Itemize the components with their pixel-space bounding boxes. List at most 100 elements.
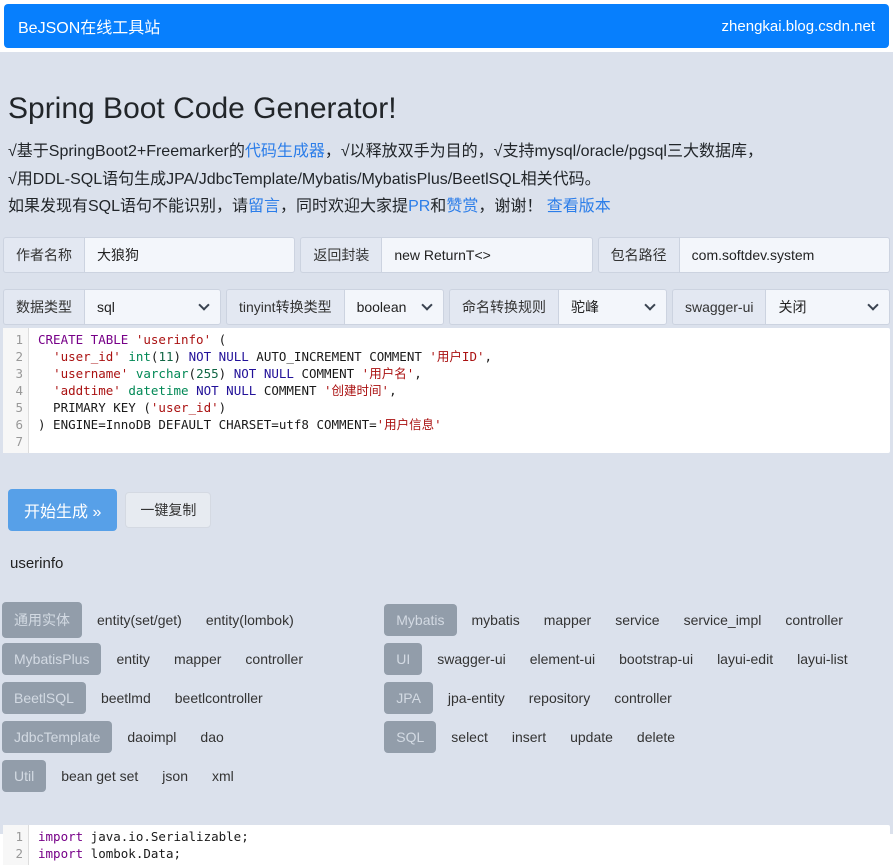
template-button[interactable]: entity(lombok) [197, 605, 303, 635]
template-button[interactable]: mapper [535, 605, 600, 635]
template-button[interactable]: service_impl [675, 605, 771, 635]
template-button[interactable]: mapper [165, 644, 230, 674]
swagger-ui-value: 关闭 [778, 297, 806, 317]
code-line: PRIMARY KEY ('user_id') [38, 399, 881, 416]
template-button[interactable]: daoimpl [118, 722, 185, 752]
template-button[interactable]: controller [236, 644, 312, 674]
sql-editor[interactable]: 1234567CREATE TABLE 'userinfo' ( 'user_i… [3, 328, 890, 453]
package-path-input[interactable]: com.softdev.system [679, 237, 890, 273]
code-line: ) ENGINE=InnoDB DEFAULT CHARSET=utf8 COM… [38, 416, 881, 433]
code-line: 'addtime' datetime NOT NULL COMMENT '创建时… [38, 382, 881, 399]
category-button[interactable]: SQL [384, 721, 436, 753]
form-row-2: 数据类型sqltinyint转换类型boolean命名转换规则驼峰swagger… [3, 289, 890, 325]
data-type-label: 数据类型 [3, 289, 84, 325]
template-groups-right: Mybatismybatismapperserviceservice_implc… [384, 604, 891, 760]
template-button[interactable]: layui-list [788, 644, 857, 674]
description-text: ，同时欢迎大家提 [280, 198, 408, 215]
template-button[interactable]: beetlmd [92, 683, 160, 713]
template-button[interactable]: swagger-ui [428, 644, 514, 674]
package-path-value: com.softdev.system [692, 247, 815, 263]
author-name-input[interactable]: 大狼狗 [84, 237, 295, 273]
code-line: CREATE TABLE 'userinfo' ( [38, 331, 881, 348]
template-button[interactable]: beetlcontroller [166, 683, 272, 713]
template-button[interactable]: controller [605, 683, 681, 713]
return-wrapper-input[interactable]: new ReturnT<> [381, 237, 592, 273]
action-bar: 开始生成 » 一键复制 [8, 489, 885, 531]
category-button[interactable]: JdbcTemplate [2, 721, 112, 753]
navbar: BeJSON在线工具站 zhengkai.blog.csdn.net [4, 4, 889, 48]
template-group-row: JdbcTemplatedaoimpldao [2, 721, 384, 754]
blog-domain-link[interactable]: zhengkai.blog.csdn.net [722, 18, 875, 35]
form-row-1: 作者名称大狼狗返回封装 new ReturnT<> 包名路径com.softdev.… [3, 237, 890, 273]
template-button[interactable]: element-ui [521, 644, 604, 674]
template-button[interactable]: json [153, 761, 197, 791]
template-button[interactable]: mybatis [463, 605, 529, 635]
code-area[interactable]: import java.io.Serializable;import lombo… [29, 825, 890, 865]
template-button[interactable]: update [561, 722, 622, 752]
category-button[interactable]: Mybatis [384, 604, 456, 636]
template-button[interactable]: delete [628, 722, 684, 752]
description-line: 如果发现有SQL语句不能识别，请留言，同时欢迎大家提PR和赞赏，谢谢！ 查看版本 [8, 193, 885, 221]
category-button[interactable]: UI [384, 643, 422, 675]
code-line: 'user_id' int(11) NOT NULL AUTO_INCREMEN… [38, 348, 881, 365]
template-button[interactable]: layui-edit [708, 644, 782, 674]
code-area[interactable]: CREATE TABLE 'userinfo' ( 'user_id' int(… [29, 328, 890, 453]
description-text: √基于SpringBoot2+Freemarker的 [8, 143, 245, 160]
inline-link[interactable]: 代码生成器 [245, 143, 325, 160]
category-button[interactable]: JPA [384, 682, 433, 714]
package-path-group: 包名路径com.softdev.system [598, 237, 890, 273]
description-text: √用DDL-SQL语句生成JPA/JdbcTemplate/Mybatis/My… [8, 171, 601, 188]
data-type-select[interactable]: sql [84, 289, 221, 325]
tinyint-convert-type-select[interactable]: boolean [344, 289, 444, 325]
category-button[interactable]: BeetlSQL [2, 682, 86, 714]
template-button[interactable]: service [606, 605, 668, 635]
template-button[interactable]: dao [191, 722, 232, 752]
template-button[interactable]: bootstrap-ui [610, 644, 702, 674]
generated-code-editor[interactable]: 12import java.io.Serializable;import lom… [3, 825, 890, 865]
description-line: √基于SpringBoot2+Freemarker的代码生成器，√以释放双手为目… [8, 138, 885, 166]
chevron-down-icon [198, 299, 209, 310]
naming-rule-value: 驼峰 [571, 297, 599, 317]
template-button[interactable]: bean get set [52, 761, 147, 791]
template-button[interactable]: select [442, 722, 497, 752]
naming-rule-select[interactable]: 驼峰 [558, 289, 667, 325]
template-button[interactable]: entity(set/get) [88, 605, 191, 635]
data-type-group: 数据类型 sql [3, 289, 221, 325]
naming-rule-label: 命名转换规则 [449, 289, 558, 325]
template-button[interactable]: jpa-entity [439, 683, 514, 713]
author-name-group: 作者名称大狼狗 [3, 237, 295, 273]
category-button[interactable]: 通用实体 [2, 602, 82, 638]
category-button[interactable]: Util [2, 760, 46, 792]
template-button[interactable]: entity [107, 644, 158, 674]
inline-link[interactable]: 赞赏 [446, 198, 478, 215]
template-group-row: Mybatismybatismapperserviceservice_implc… [384, 604, 891, 637]
description-text: 和 [430, 198, 446, 215]
return-wrapper-value: new ReturnT<> [394, 247, 491, 263]
template-group-row: JPAjpa-entityrepositorycontroller [384, 682, 891, 715]
line-numbers: 12 [3, 825, 29, 865]
site-brand-link[interactable]: BeJSON在线工具站 [18, 14, 160, 38]
template-button[interactable]: insert [503, 722, 555, 752]
copy-button[interactable]: 一键复制 [125, 492, 211, 528]
swagger-ui-select[interactable]: 关闭 [765, 289, 890, 325]
template-groups-left: 通用实体entity(set/get)entity(lombok) Mybatis… [2, 604, 384, 799]
template-groups: 通用实体entity(set/get)entity(lombok)Mybatis… [2, 604, 891, 799]
category-button[interactable]: MybatisPlus [2, 643, 101, 675]
code-line [38, 433, 881, 450]
template-group-row: MybatisPlusentitymappercontroller [2, 643, 384, 676]
code-line: import java.io.Serializable; [38, 828, 881, 845]
inline-link[interactable]: 留言 [248, 198, 280, 215]
code-line: import lombok.Data; [38, 845, 881, 862]
data-type-value: sql [97, 299, 115, 315]
generate-button[interactable]: 开始生成 » [8, 489, 117, 531]
template-button[interactable]: xml [203, 761, 243, 791]
swagger-ui-group: swagger-ui关闭 [672, 289, 890, 325]
description-text: ，谢谢！ [478, 198, 546, 215]
return-wrapper-label: 返回封装 [300, 237, 381, 273]
inline-link[interactable]: 查看版本 [547, 198, 611, 215]
template-button[interactable]: controller [776, 605, 852, 635]
template-group-row: 通用实体entity(set/get)entity(lombok) [2, 604, 384, 637]
inline-link[interactable]: PR [408, 198, 430, 215]
description-text: 如果发现有SQL语句不能识别，请 [8, 198, 248, 215]
template-button[interactable]: repository [520, 683, 599, 713]
